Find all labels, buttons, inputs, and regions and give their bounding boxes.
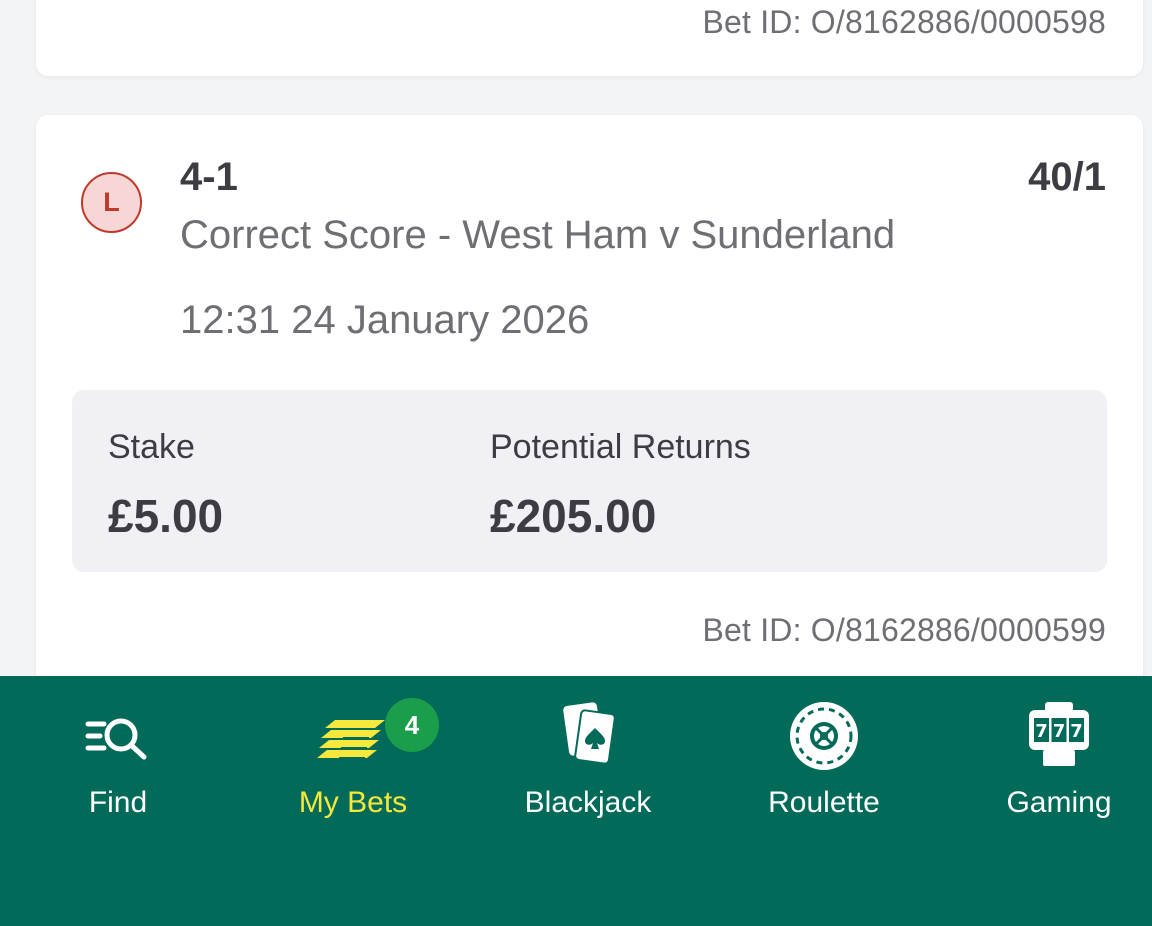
nav-label-gaming: Gaming [1006,786,1112,819]
bet-id: Bet ID: O/8162886/0000598 [702,4,1106,40]
svg-text:7: 7 [1053,721,1066,742]
bet-selection: 4-1 [180,155,238,199]
potential-returns-value: £205.00 [490,490,657,542]
bet-odds: 40/1 [1028,155,1106,199]
stake-label: Stake [108,428,195,466]
slot-machine-icon: 7 7 7 [1029,702,1089,766]
bet-card[interactable]: L 4-1 40/1 Correct Score - West Ham v Su… [36,115,1143,715]
bet-placed-time: 12:31 24 January 2026 [180,298,590,342]
lost-result-badge: L [81,172,142,233]
bet-id: Bet ID: O/8162886/0000599 [702,612,1106,648]
my-bets-count-badge: 4 [385,698,439,752]
my-bets-icon [317,720,385,759]
blackjack-icon [563,702,616,765]
svg-text:7: 7 [1035,721,1048,742]
nav-label-find: Find [88,786,148,819]
nav-label-my-bets: My Bets [298,786,408,819]
stake-value: £5.00 [108,490,224,542]
my-bets-screen: Bet ID: O/8162886/0000598 L 4-1 40/1 Cor… [0,0,1152,926]
nav-item-my-bets[interactable]: 4 My Bets [238,676,468,836]
nav-label-roulette: Roulette [768,786,880,819]
potential-returns-label: Potential Returns [490,428,751,466]
nav-item-gaming[interactable]: 7 7 7 Gaming [944,676,1152,836]
roulette-icon [790,702,858,770]
nav-item-blackjack[interactable]: Blackjack [473,676,703,836]
nav-label-blackjack: Blackjack [524,786,652,819]
bottom-navigation: Find 4 My Bets Blackjack Roulette 7 7 7 … [0,676,1152,926]
nav-item-roulette[interactable]: Roulette [709,676,939,836]
bet-card-previous: Bet ID: O/8162886/0000598 [36,0,1143,76]
find-icon [85,718,147,760]
bet-market: Correct Score - West Ham v Sunderland [180,213,896,257]
nav-item-find[interactable]: Find [3,676,233,836]
stake-summary: Stake £5.00 Potential Returns £205.00 [72,390,1107,572]
stake-column: Stake £5.00 [108,428,223,543]
returns-column: Potential Returns £205.00 [490,428,751,543]
svg-text:7: 7 [1070,721,1083,742]
